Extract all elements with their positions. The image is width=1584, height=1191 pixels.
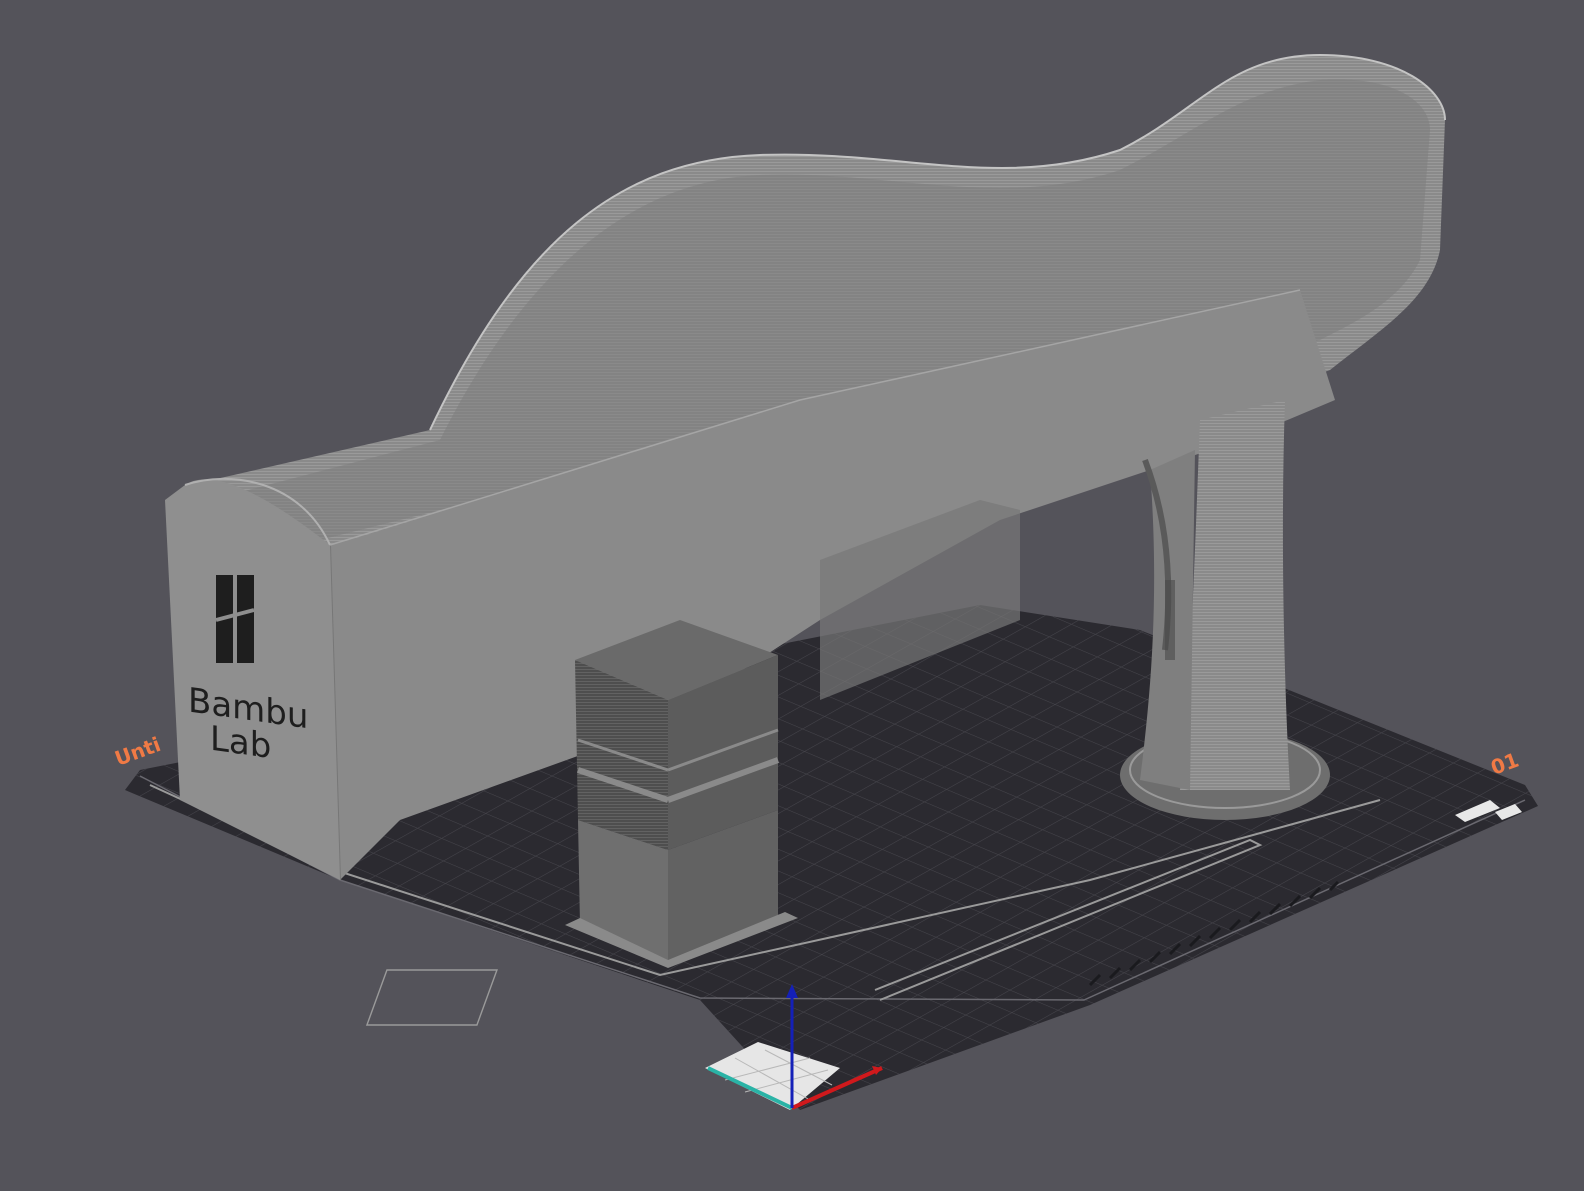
scene-canvas[interactable]: Unti 01 Bambu Lab	[0, 0, 1584, 1191]
plate-name-label[interactable]: Unti	[112, 732, 164, 771]
3d-viewport[interactable]: Unti 01 Bambu Lab	[0, 0, 1584, 1191]
stacked-block-model[interactable]	[565, 620, 798, 968]
